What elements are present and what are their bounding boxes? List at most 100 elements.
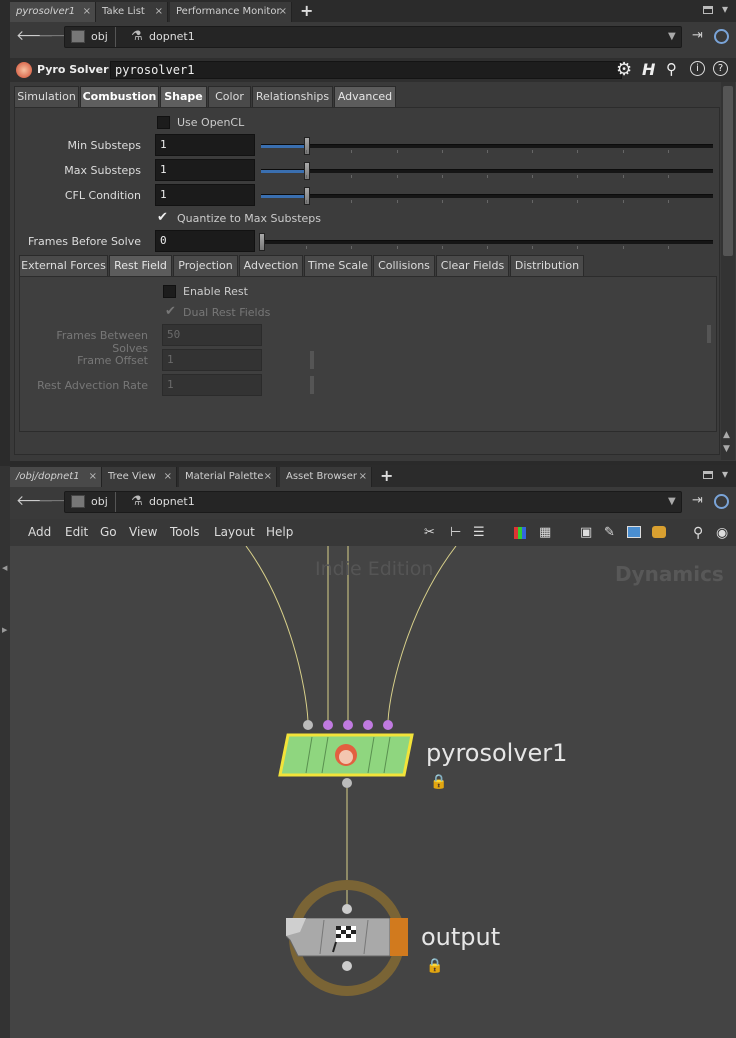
tab-collisions[interactable]: Collisions [373,255,435,276]
close-icon[interactable]: × [359,467,367,486]
path-dropdown-icon[interactable]: ▼ [668,496,676,507]
tools-icon[interactable]: ✂ [424,525,435,540]
help-icon[interactable]: ? [713,61,728,76]
close-icon[interactable]: × [279,2,287,21]
tab-performance-monitor[interactable]: Performance Monitor × [170,2,292,22]
lock-icon[interactable]: 🔒 [426,958,443,974]
search-icon[interactable]: ⚲ [666,60,677,78]
dual-rest-checkmark-icon[interactable]: ✔ [165,304,176,319]
pane-menu-icon[interactable]: ▾ [722,2,728,16]
input-connector[interactable] [363,720,373,730]
use-opencl-checkbox[interactable] [157,116,170,129]
tab-combustion[interactable]: Combustion [80,86,159,107]
tab-distribution[interactable]: Distribution [510,255,584,276]
tab-pyrosolver1[interactable]: pyrosolver1 × [10,2,96,22]
drag-handle[interactable] [310,351,314,369]
slider-handle[interactable] [259,233,265,251]
rest-advection-rate-field[interactable]: 1 [162,374,262,396]
output-connector[interactable] [342,961,352,971]
menu-layout[interactable]: Layout [214,525,255,539]
path-segment-obj[interactable]: obj [91,492,108,512]
info-icon[interactable]: i [690,61,705,76]
tab-obj-dopnet1[interactable]: /obj/dopnet1 × [10,467,102,487]
output-node[interactable] [286,918,410,958]
asset-icon[interactable] [652,526,666,538]
sticky-note-icon[interactable]: ✎ [604,525,615,540]
min-substeps-slider[interactable] [261,137,713,155]
cfl-condition-field[interactable]: 1 [155,184,255,206]
expand-arrow-icon[interactable]: ▶ [2,626,7,634]
lock-icon[interactable]: 🔒 [430,774,447,790]
frame-offset-field[interactable]: 1 [162,349,262,371]
frames-before-solve-field[interactable]: 0 [155,230,255,252]
tab-projection[interactable]: Projection [173,255,238,276]
menu-edit[interactable]: Edit [65,525,88,539]
maximize-icon[interactable] [703,471,713,479]
parameter-scrollbar[interactable]: ▲ ▼ [721,82,735,460]
enable-rest-checkbox[interactable] [163,285,176,298]
network-view[interactable]: Indie Edition Dynamics pyrosolver1 🔒 out… [10,546,736,1038]
link-icon[interactable] [714,29,729,44]
close-icon[interactable]: × [264,467,272,486]
input-connector[interactable] [303,720,313,730]
input-connector[interactable] [342,904,352,914]
add-tab-icon[interactable]: + [380,466,393,485]
menu-go[interactable]: Go [100,525,117,539]
path-segment-dopnet1[interactable]: dopnet1 [149,27,195,47]
cfl-condition-slider[interactable] [261,187,713,205]
input-connector[interactable] [383,720,393,730]
search-icon[interactable]: ⚲ [693,525,703,541]
output-connector[interactable] [342,778,352,788]
gear-icon[interactable]: ⚙ [616,59,632,80]
tree-layout-icon[interactable]: ⊢ [450,525,461,540]
tab-shape[interactable]: Shape [160,86,207,107]
pin-icon[interactable]: ⇥ [692,493,703,508]
slider-handle[interactable] [304,187,310,205]
output-node-label[interactable]: output [421,923,500,951]
eye-icon[interactable]: ◉ [716,525,728,541]
tab-take-list[interactable]: Take List × [96,2,168,22]
slider-handle[interactable] [304,137,310,155]
input-connector[interactable] [323,720,333,730]
menu-add[interactable]: Add [28,525,51,539]
menu-view[interactable]: View [129,525,157,539]
tab-simulation[interactable]: Simulation [14,86,79,107]
tab-asset-browser[interactable]: Asset Browser × [280,467,372,487]
path-segment-obj[interactable]: obj [91,27,108,47]
quantize-checkmark-icon[interactable]: ✔ [157,210,168,225]
scrollbar-thumb[interactable] [723,86,733,256]
path-segment-dopnet1[interactable]: dopnet1 [149,492,195,512]
scroll-down-icon[interactable]: ▼ [723,444,730,454]
tab-advection[interactable]: Advection [239,255,303,276]
pane-menu-icon[interactable]: ▾ [722,467,728,481]
tab-tree-view[interactable]: Tree View × [102,467,177,487]
help-h-icon[interactable]: H [642,60,655,79]
input-connector[interactable] [343,720,353,730]
network-box-icon[interactable]: ▣ [580,525,592,540]
link-icon[interactable] [714,494,729,509]
tab-material-palette[interactable]: Material Palette × [179,467,277,487]
grid-icon[interactable]: ▦ [539,525,551,540]
menu-help[interactable]: Help [266,525,293,539]
scroll-up-icon[interactable]: ▲ [723,430,730,440]
tab-relationships[interactable]: Relationships [252,86,333,107]
path-box[interactable]: obj ⚗ dopnet1 ▼ [64,26,682,48]
close-icon[interactable]: × [155,2,163,21]
max-substeps-slider[interactable] [261,162,713,180]
maximize-icon[interactable] [703,6,713,14]
tab-rest-field[interactable]: Rest Field [109,255,172,276]
drag-handle[interactable] [707,325,711,343]
add-tab-icon[interactable]: + [300,1,313,20]
close-icon[interactable]: × [164,467,172,486]
path-dropdown-icon[interactable]: ▼ [668,31,676,42]
tab-advanced[interactable]: Advanced [334,86,396,107]
slider-handle[interactable] [304,162,310,180]
node-name-field[interactable]: pyrosolver1 [110,61,622,79]
drag-handle[interactable] [310,376,314,394]
color-palette-icon[interactable] [514,527,526,539]
frames-between-solves-field[interactable]: 50 [162,324,262,346]
close-icon[interactable]: × [89,467,97,486]
pyrosolver1-node[interactable] [278,732,418,778]
tab-time-scale[interactable]: Time Scale [304,255,372,276]
pyrosolver1-node-label[interactable]: pyrosolver1 [426,739,567,767]
